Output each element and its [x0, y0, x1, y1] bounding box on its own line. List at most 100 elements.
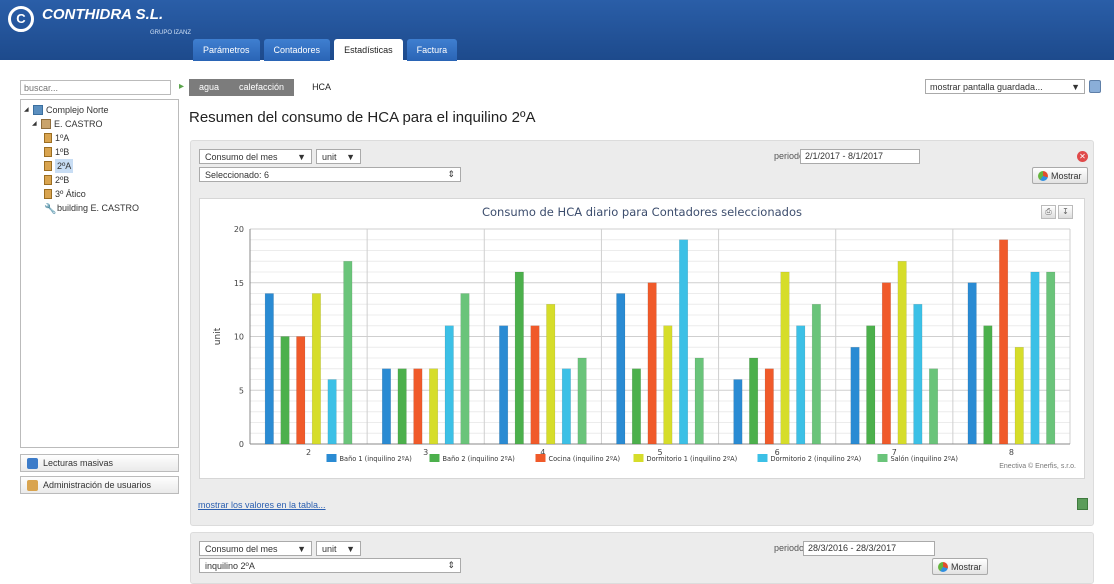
- lecturas-masivas-label: Lecturas masivas: [43, 458, 114, 468]
- updown-icon: ⇕: [447, 560, 455, 570]
- bar: [343, 261, 353, 445]
- stats-panel-1: Consumo del mes ▼ unit ▼ Seleccionado: 6…: [190, 140, 1094, 526]
- bar: [327, 379, 337, 445]
- bar: [1046, 271, 1056, 445]
- expand-tree-icon[interactable]: ▸: [175, 80, 188, 93]
- tree-node-building[interactable]: 🔧 building E. CASTRO: [24, 201, 175, 215]
- x-tick-label: 3: [423, 448, 428, 457]
- chart-credit: Enectiva © Enerfis, s.r.o.: [999, 463, 1076, 470]
- lecturas-masivas-button[interactable]: Lecturas masivas: [20, 454, 179, 472]
- logo-icon: C: [8, 6, 34, 32]
- stats-panel-2: Consumo del mes ▼ unit ▼ inquilino 2ºA ⇕…: [190, 532, 1094, 584]
- bar: [983, 325, 993, 445]
- legend-item: Dormitorio 1 (inquilino 2ºA): [647, 455, 738, 463]
- chart-container: Consumo de HCA diario para Contadores se…: [199, 198, 1085, 479]
- expand-arrow-icon[interactable]: ◢: [32, 117, 38, 131]
- bar: [881, 282, 891, 445]
- subtab-agua[interactable]: agua: [189, 79, 230, 96]
- tab-contadores[interactable]: Contadores: [263, 39, 331, 61]
- bar: [311, 293, 321, 445]
- bar: [499, 325, 509, 445]
- bar: [577, 357, 587, 445]
- bar: [733, 379, 743, 445]
- saved-view-value: mostrar pantalla guardada...: [930, 81, 1043, 92]
- bar: [616, 293, 626, 445]
- tree-node-1b[interactable]: 1ºB: [24, 145, 175, 159]
- building-tree: ◢ Complejo Norte ◢ E. CASTRO 1ºA 1ºB 2ºA…: [20, 99, 179, 448]
- bar: [764, 368, 774, 445]
- save-icon[interactable]: [1089, 80, 1101, 93]
- bar: [264, 293, 274, 445]
- bar: [679, 239, 689, 445]
- period-input[interactable]: 2/1/2017 - 8/1/2017: [800, 149, 920, 164]
- saved-view-select[interactable]: mostrar pantalla guardada... ▼: [925, 79, 1085, 94]
- excel-icon[interactable]: [1077, 498, 1088, 510]
- subtab-calefaccion[interactable]: calefacción: [229, 79, 295, 96]
- bar: [780, 271, 790, 445]
- close-icon[interactable]: ✕: [1077, 151, 1088, 162]
- chevron-down-icon: ▼: [346, 543, 355, 554]
- flat-icon: [44, 189, 52, 199]
- y-tick-label: 20: [234, 225, 244, 234]
- y-tick-label: 5: [239, 386, 244, 395]
- legend-swatch: [429, 454, 440, 462]
- legend-swatch: [877, 454, 888, 462]
- legend-item: Salón (inquilino 2ºA): [891, 455, 959, 463]
- search-input[interactable]: [20, 80, 171, 95]
- filter-select-2[interactable]: inquilino 2ºA ⇕: [199, 558, 461, 573]
- subtab-hca[interactable]: HCA: [302, 79, 342, 96]
- tree-node-label: 3º Ático: [55, 189, 86, 199]
- bar: [460, 293, 470, 445]
- x-tick-label: 8: [1009, 448, 1014, 457]
- logo-sub: GRUPO IZANZ: [150, 30, 192, 36]
- expand-arrow-icon[interactable]: ◢: [24, 103, 30, 117]
- unit-select[interactable]: unit ▼: [316, 149, 361, 164]
- flat-icon: [44, 147, 52, 157]
- bar: [999, 239, 1009, 445]
- tree-node-2b[interactable]: 2ºB: [24, 173, 175, 187]
- legend-swatch: [757, 454, 768, 462]
- tree-node-3atico[interactable]: 3º Ático: [24, 187, 175, 201]
- tab-parametros[interactable]: Parámetros: [193, 39, 260, 61]
- filter-select[interactable]: Seleccionado: 6 ⇕: [199, 167, 461, 182]
- bar: [429, 368, 439, 445]
- chart-icon: [1038, 170, 1048, 181]
- bar: [1014, 347, 1024, 445]
- legend-item: Baño 2 (inquilino 2ºA): [443, 455, 515, 463]
- period-input-2[interactable]: 28/3/2016 - 28/3/2017: [803, 541, 935, 556]
- bar: [280, 336, 290, 445]
- admin-users-label: Administración de usuarios: [43, 480, 152, 490]
- bar: [967, 282, 977, 445]
- tree-node-label: building E. CASTRO: [57, 203, 140, 213]
- type-select-2[interactable]: Consumo del mes ▼: [199, 541, 312, 556]
- type-select[interactable]: Consumo del mes ▼: [199, 149, 312, 164]
- tab-factura[interactable]: Factura: [406, 39, 458, 61]
- admin-users-button[interactable]: Administración de usuarios: [20, 476, 179, 494]
- legend-swatch: [633, 454, 644, 462]
- filter-select-value: inquilino 2ºA: [205, 560, 255, 571]
- tree-node-label: 1ºB: [55, 147, 70, 157]
- bar: [694, 357, 704, 445]
- tree-node-1a[interactable]: 1ºA: [24, 131, 175, 145]
- tree-node-label: 1ºA: [55, 133, 70, 143]
- house-icon: [41, 119, 51, 129]
- tab-estadisticas[interactable]: Estadísticas: [334, 39, 403, 61]
- y-tick-label: 0: [239, 440, 244, 449]
- bar: [296, 336, 306, 445]
- tree-node-2a[interactable]: 2ºA: [24, 159, 175, 173]
- mostrar-button-2[interactable]: Mostrar: [932, 558, 988, 575]
- tree-node-complejo[interactable]: ◢ Complejo Norte: [24, 103, 175, 117]
- bar: [850, 347, 860, 445]
- unit-select-2[interactable]: unit ▼: [316, 541, 361, 556]
- bar: [1030, 271, 1040, 445]
- chevron-down-icon: ▼: [1071, 81, 1080, 92]
- unit-select-value: unit: [322, 151, 337, 162]
- wrench-icon: 🔧: [44, 204, 57, 215]
- tree-node-castro[interactable]: ◢ E. CASTRO: [24, 117, 175, 131]
- show-table-link[interactable]: mostrar los valores en la tabla...: [198, 500, 326, 510]
- readings-icon: [27, 457, 38, 469]
- bar: [546, 304, 556, 445]
- mostrar-button[interactable]: Mostrar: [1032, 167, 1088, 184]
- bar: [749, 357, 759, 445]
- bar: [561, 368, 571, 445]
